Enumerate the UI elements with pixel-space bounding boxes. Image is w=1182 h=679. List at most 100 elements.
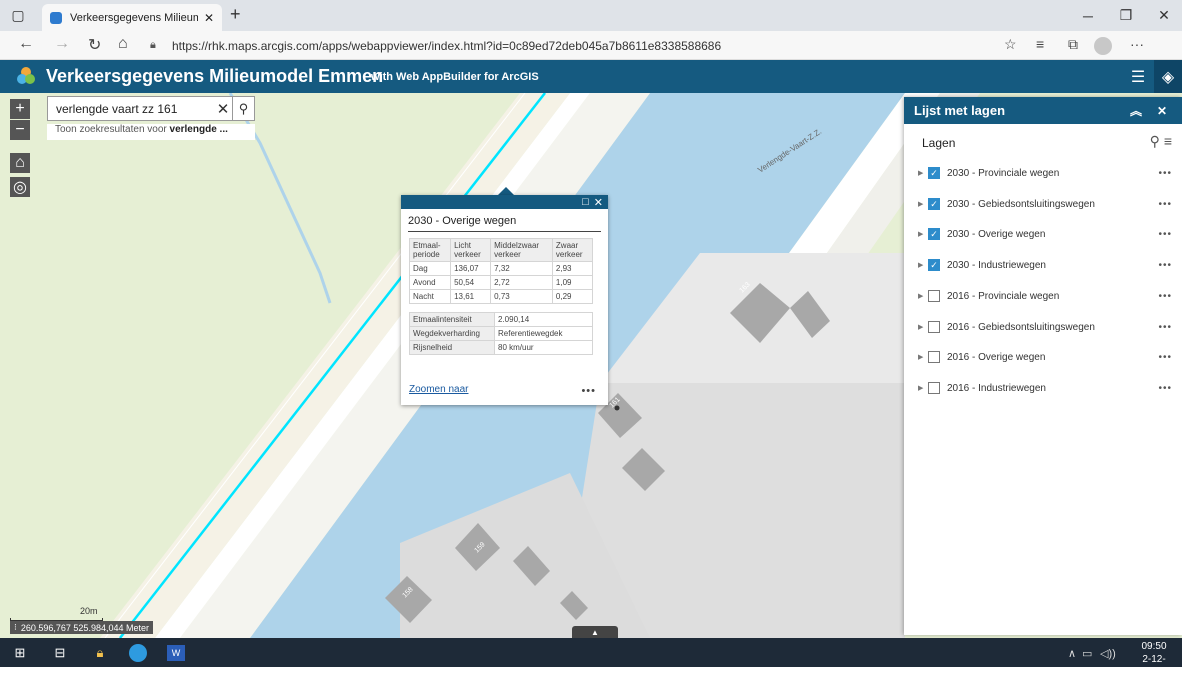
tab-actions-icon[interactable]: ▢ (0, 0, 36, 31)
layer-item-2016-gebiedsontsluiting[interactable]: ▶ 2016 - Gebiedsontsluitingswegen ••• (918, 317, 1172, 337)
system-clock[interactable]: 09:50 2-12-2021 (1132, 640, 1176, 679)
back-icon[interactable]: ← (18, 35, 34, 53)
volume-icon[interactable]: ◁)) (1100, 647, 1116, 660)
table-cell: Dag (408, 261, 452, 276)
table-cell: 136,07 (450, 261, 492, 276)
new-tab-icon[interactable]: + (230, 4, 241, 25)
layer-checkbox[interactable]: ✓ (928, 198, 940, 210)
zoom-to-link[interactable]: Zoomen naar (409, 384, 468, 395)
layers-icon[interactable]: ◈ (1154, 60, 1182, 93)
add-favorite-icon[interactable]: ☆ (1004, 36, 1017, 53)
url-field[interactable]: 🔒︎ https://rhk.maps.arcgis.com/apps/weba… (150, 35, 970, 56)
profile-avatar[interactable] (1094, 37, 1112, 55)
layer-menu-icon[interactable]: ••• (1152, 322, 1172, 333)
forward-icon[interactable]: → (54, 35, 70, 53)
search-icon[interactable]: ⚲ (232, 97, 254, 120)
legend-list-icon[interactable]: ☰ (1124, 60, 1152, 93)
task-view-icon[interactable]: ⊟ (48, 642, 72, 663)
home-extent-button[interactable]: ⌂ (10, 153, 30, 173)
lock-icon: 🔒︎ (150, 39, 156, 51)
expand-icon[interactable]: ▶ (918, 384, 928, 392)
table-cell: 1,09 (551, 275, 594, 290)
popup-titlebar: □ ✕ (401, 195, 608, 209)
layer-menu-icon[interactable]: ••• (1152, 260, 1172, 271)
layer-options-icon[interactable]: ≡ (1164, 133, 1172, 150)
search-hint-text: Toon zoekresultaten voor (55, 124, 170, 135)
url-text: https://rhk.maps.arcgis.com/apps/webappv… (172, 38, 722, 53)
scale-bar: 20m (10, 606, 106, 621)
layer-checkbox[interactable] (928, 321, 940, 333)
layer-menu-icon[interactable]: ••• (1152, 352, 1172, 363)
minimize-icon[interactable]: ─ (1070, 0, 1106, 31)
expand-icon[interactable]: ▶ (918, 200, 928, 208)
table-cell: 0,73 (490, 289, 553, 304)
layer-menu-icon[interactable]: ••• (1152, 383, 1172, 394)
more-actions-icon[interactable]: ••• (581, 385, 596, 397)
search-box[interactable]: verlengde vaart zz 161 ✕ ⚲ (47, 96, 255, 121)
browser-tab[interactable]: Verkeersgegevens Milieumodel E ✕ (42, 4, 222, 31)
layer-item-2030-provinciale[interactable]: ▶ ✓ 2030 - Provinciale wegen ••• (918, 163, 1172, 183)
layer-name: 2030 - Gebiedsontsluitingswegen (947, 198, 1095, 210)
location-marker-icon (614, 405, 620, 411)
expand-icon[interactable]: ▶ (918, 230, 928, 238)
windows-start-icon[interactable]: ⊞ (8, 642, 32, 663)
layer-checkbox[interactable] (928, 351, 940, 363)
expand-icon[interactable]: ▶ (918, 353, 928, 361)
browser-menu-icon[interactable]: ··· (1130, 36, 1144, 52)
popup-close-icon[interactable]: ✕ (594, 196, 603, 209)
lock-app-icon[interactable]: 🔒︎ (88, 642, 112, 663)
home-icon[interactable]: ⌂ (118, 35, 128, 53)
window-close-icon[interactable]: ✕ (1146, 0, 1182, 31)
tray-chevron-icon[interactable]: ∧ (1068, 647, 1076, 660)
expand-icon[interactable]: ▶ (918, 261, 928, 269)
coordinate-text: 260.596,767 525.984,044 Meter (20, 622, 149, 633)
search-layers-icon[interactable]: ⚲ (1150, 133, 1160, 150)
clock-date: 2-12-2021 (1142, 654, 1166, 678)
favorites-icon[interactable]: ≡ (1036, 36, 1044, 52)
layer-item-2016-provinciale[interactable]: ▶ 2016 - Provinciale wegen ••• (918, 286, 1172, 306)
word-app-icon[interactable]: W (164, 642, 188, 663)
zoom-out-button[interactable]: − (10, 120, 30, 140)
attribute-label: Wegdekverharding (409, 326, 495, 341)
layer-item-2030-gebiedsontsluiting[interactable]: ▶ ✓ 2030 - Gebiedsontsluitingswegen ••• (918, 194, 1172, 214)
layer-checkbox[interactable]: ✓ (928, 167, 940, 179)
layer-item-2030-overige[interactable]: ▶ ✓ 2030 - Overige wegen ••• (918, 224, 1172, 244)
search-suggestion[interactable]: Toon zoekresultaten voor verlengde ... (47, 124, 255, 140)
search-input[interactable]: verlengde vaart zz 161 (48, 102, 214, 116)
table-row: Rijsnelheid 80 km/uur (409, 340, 593, 355)
reload-icon[interactable]: ↻ (88, 35, 101, 55)
layer-menu-icon[interactable]: ••• (1152, 229, 1172, 240)
expand-icon[interactable]: ▶ (918, 169, 928, 177)
layer-menu-icon[interactable]: ••• (1152, 291, 1172, 302)
table-row: Wegdekverharding Referentiewegdek (409, 326, 593, 341)
network-icon[interactable]: ▭ (1082, 647, 1092, 660)
popup-title: 2030 - Overige wegen (408, 215, 601, 232)
zoom-in-button[interactable]: + (10, 99, 30, 119)
my-location-button[interactable]: ◎ (10, 177, 30, 197)
column-header: Licht verkeer (450, 238, 492, 262)
table-cell: 50,54 (450, 275, 492, 290)
expand-icon[interactable]: ▶ (918, 292, 928, 300)
coordinate-readout[interactable]: ⁝ 260.596,767 525.984,044 Meter (10, 621, 153, 634)
attribution-toggle-icon[interactable]: ▲ (572, 626, 618, 638)
collections-icon[interactable]: ⧉ (1068, 36, 1078, 53)
layer-checkbox[interactable]: ✓ (928, 228, 940, 240)
layer-menu-icon[interactable]: ••• (1152, 168, 1172, 179)
expand-icon[interactable]: ▶ (918, 323, 928, 331)
edge-browser-icon[interactable] (126, 642, 150, 663)
layer-checkbox[interactable]: ✓ (928, 259, 940, 271)
attribute-value: 80 km/uur (494, 340, 593, 355)
layer-checkbox[interactable] (928, 382, 940, 394)
layer-item-2016-industrie[interactable]: ▶ 2016 - Industriewegen ••• (918, 378, 1172, 398)
restore-icon[interactable]: ❐ (1108, 0, 1144, 31)
collapse-icon[interactable]: ︽ (1126, 102, 1146, 119)
layer-item-2016-overige[interactable]: ▶ 2016 - Overige wegen ••• (918, 347, 1172, 367)
layer-item-2030-industrie[interactable]: ▶ ✓ 2030 - Industriewegen ••• (918, 255, 1172, 275)
tab-close-icon[interactable]: ✕ (204, 11, 214, 25)
panel-close-icon[interactable]: ✕ (1152, 104, 1172, 118)
clear-search-icon[interactable]: ✕ (214, 100, 232, 118)
coordinate-toggle-icon[interactable]: ⁝ (14, 622, 17, 633)
maximize-icon[interactable]: □ (582, 196, 589, 208)
layer-menu-icon[interactable]: ••• (1152, 199, 1172, 210)
layer-checkbox[interactable] (928, 290, 940, 302)
